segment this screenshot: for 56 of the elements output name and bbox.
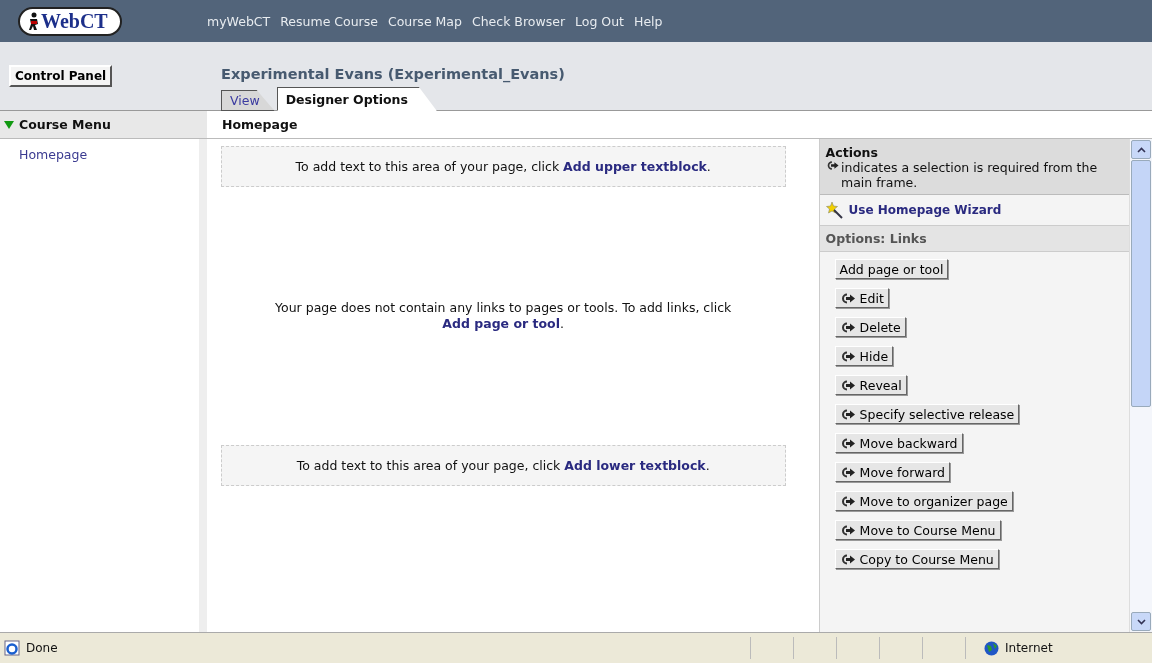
pointer-arrow-icon xyxy=(839,292,856,304)
nav-link[interactable]: Help xyxy=(634,13,663,29)
status-text: Done xyxy=(26,641,58,655)
action-button[interactable]: Delete xyxy=(834,317,906,337)
action-button[interactable]: Move to Course Menu xyxy=(834,520,1001,540)
chevron-down-icon[interactable] xyxy=(1136,618,1146,625)
tab[interactable]: Designer Options xyxy=(276,87,437,111)
pointer-arrow-icon xyxy=(839,379,856,391)
triangle-icon[interactable] xyxy=(3,119,15,130)
action-button[interactable]: Edit xyxy=(834,288,889,308)
nav-link[interactable]: myWebCT xyxy=(207,13,271,29)
wizard-link[interactable]: Use Homepage Wizard xyxy=(848,203,1002,217)
pointer-arrow-icon xyxy=(839,437,856,449)
actions-note: indicates a selection is required from the main frame. xyxy=(841,160,1099,190)
page-title: Homepage xyxy=(222,117,298,132)
action-button[interactable]: Copy to Course Menu xyxy=(834,549,999,569)
pointer-arrow-icon xyxy=(839,350,856,362)
pointer-arrow-icon xyxy=(839,553,856,565)
action-button[interactable]: Move to organizer page xyxy=(834,491,1013,511)
actions-title: Actions xyxy=(825,145,879,160)
action-button[interactable]: Reveal xyxy=(834,375,907,395)
nav-link[interactable]: Resume Course xyxy=(280,13,378,29)
nav-link[interactable]: Log Out xyxy=(575,13,624,29)
figure-icon xyxy=(28,12,40,30)
chevron-up-icon[interactable] xyxy=(1136,146,1146,153)
zone-text: Internet xyxy=(1005,641,1053,655)
pointer-arrow-icon xyxy=(839,524,856,536)
browser-icon xyxy=(4,640,20,656)
options-title: Options: Links xyxy=(819,226,1130,252)
pointer-arrow-icon xyxy=(839,466,856,478)
course-menu-link[interactable]: Homepage xyxy=(19,147,88,162)
pointer-arrow-icon xyxy=(839,321,856,333)
pointer-arrow-icon xyxy=(839,495,856,507)
globe-icon xyxy=(984,640,999,656)
instruction-text: To add text to this area of your page, click Add upper textblock. xyxy=(295,158,711,175)
empty-message: Your page does not contain any links to pages or tools. To add links, click Add page or tool. xyxy=(274,300,733,332)
instruction-text: To add text to this area of your page, click Add lower textblock. xyxy=(296,457,710,474)
magic-wand-icon xyxy=(824,201,843,219)
logo[interactable]: WebCT xyxy=(18,6,122,36)
add-link[interactable]: Add lower textblock xyxy=(564,457,706,473)
add-link[interactable]: Add upper textblock xyxy=(563,158,707,174)
control-panel-button[interactable]: Control Panel xyxy=(9,65,113,87)
nav-link[interactable]: Course Map xyxy=(387,13,462,29)
action-button[interactable]: Move forward xyxy=(834,462,950,482)
pointer-arrow-icon xyxy=(825,160,839,171)
action-button[interactable]: Add page or tool xyxy=(834,259,949,279)
scrollbar[interactable] xyxy=(1129,139,1152,632)
course-title: Experimental Evans (Experimental_Evans) xyxy=(221,66,565,82)
action-button[interactable]: Specify selective release xyxy=(834,404,1020,424)
course-menu-title: Course Menu xyxy=(19,117,111,132)
action-button[interactable]: Hide xyxy=(834,346,894,366)
pointer-arrow-icon xyxy=(839,408,856,420)
add-link[interactable]: Add page or tool xyxy=(442,316,560,331)
nav-link[interactable]: Check Browser xyxy=(471,13,566,29)
tab[interactable]: View xyxy=(221,90,275,111)
action-button[interactable]: Move backward xyxy=(834,433,963,453)
